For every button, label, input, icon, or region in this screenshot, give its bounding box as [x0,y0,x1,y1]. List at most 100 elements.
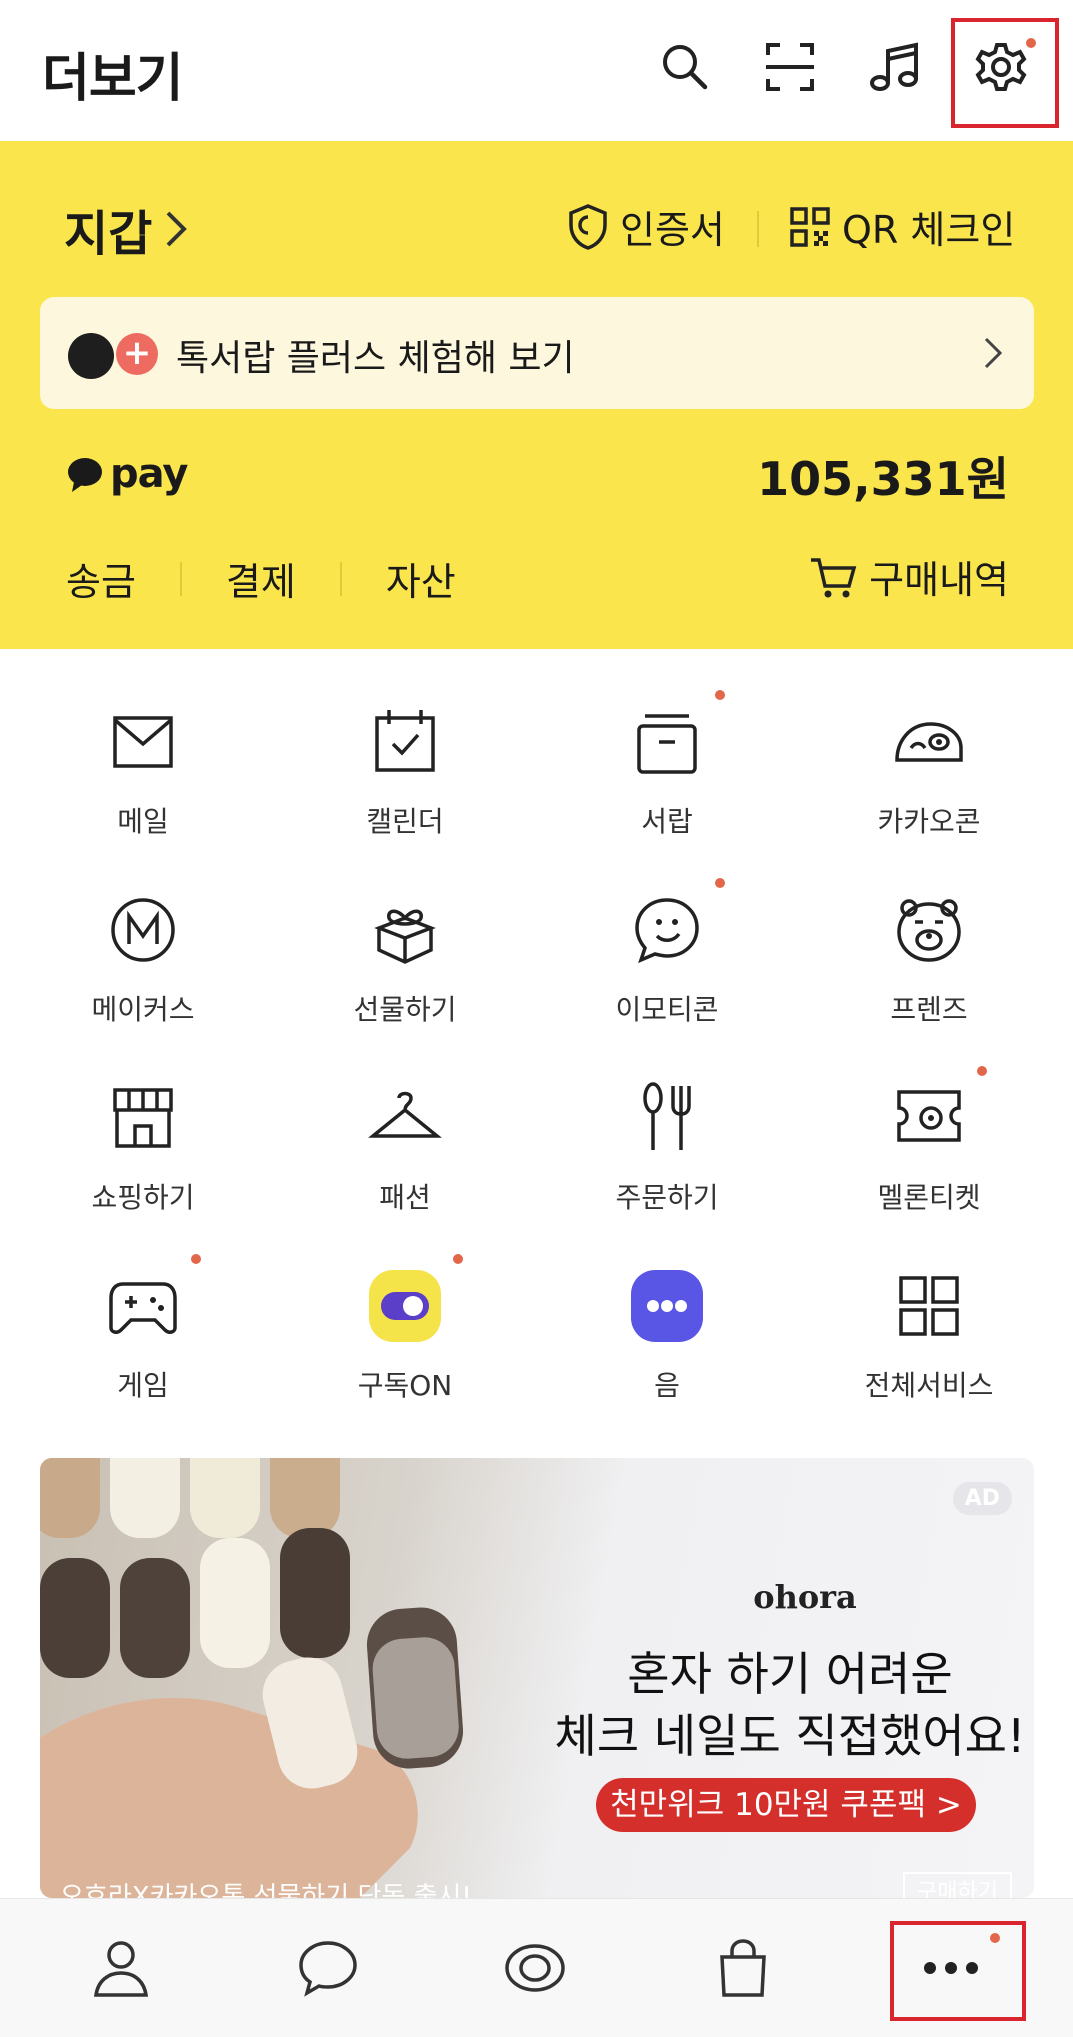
wallet-title: 지갑 [64,206,153,262]
service-label: 선물하기 [353,993,457,1026]
service-all[interactable]: 전체서비스 [795,1214,1063,1402]
drawer-badge-dot [715,690,725,700]
pay-tabs: 송금 결제 자산 [66,551,456,606]
kakaopay-logo[interactable]: pay [66,451,188,497]
music-icon [870,42,918,91]
service-shopping[interactable]: 쇼핑하기 [9,1026,277,1214]
tab-assets[interactable]: 자산 [386,551,456,606]
pay-label: pay [110,451,188,497]
subscribe-on-icon [367,1268,443,1344]
service-drawer[interactable]: 서랍 [533,650,801,838]
pay-balance[interactable]: 105,331원 [757,443,1009,509]
search-icon [663,45,708,90]
chevron-right-icon [166,211,188,247]
tab-divider [339,561,342,596]
certificate-link[interactable]: 인증서 [566,199,725,254]
service-order[interactable]: 주문하기 [533,1026,801,1214]
service-eum[interactable]: 음 [533,1214,801,1402]
wallet-section: 지갑 인증서 QR 체크인 + 톡서랍 플러스 체험해 보기 pay 105,3… [0,141,1073,649]
service-label: 캘린더 [366,805,444,838]
purchase-history-label: 구매내역 [869,558,1009,602]
drawer-icon [629,704,705,780]
fork-icon [629,1080,705,1156]
ad-banner[interactable]: AD ohora 혼자 하기 어려운 체크 네일도 직접했어요! 천만위크 10… [40,1458,1034,1898]
tab-shopping[interactable] [710,1935,776,2001]
tab-friends[interactable] [88,1935,154,2001]
qr-checkin-link[interactable]: QR 체크인 [788,199,1015,254]
more-tab-highlight-box [890,1921,1026,2021]
music-button[interactable] [862,34,928,100]
purchase-history-link[interactable]: 구매내역 [809,549,1009,604]
qr-icon [790,206,830,247]
cart-icon [811,557,857,597]
service-label: 메이커스 [91,993,195,1026]
service-label: 패션 [379,1181,431,1214]
ad-coupon-button[interactable]: 천만위크 10만원 쿠폰팩 > [596,1778,976,1832]
ad-headline-1: 혼자 하기 어려운 [627,1647,953,1701]
ad-caption: 오호라X카카오톡 선물하기 단독 출시! [60,1882,472,1898]
tab-send[interactable]: 송금 [66,551,136,606]
service-label: 멜론티켓 [877,1181,981,1214]
nail-product-image [40,1458,464,1898]
service-makers[interactable]: 메이커스 [9,838,277,1026]
service-game[interactable]: 게임 [9,1214,277,1402]
mail-icon [105,704,181,780]
service-calendar[interactable]: 캘린더 [271,650,539,838]
eye-icon [505,1944,565,1992]
shield-icon [569,203,607,250]
tab-divider [179,561,182,596]
chevron-right-icon [984,337,1003,369]
ad-brand: ohora [753,1578,857,1616]
service-emoticon[interactable]: 이모티콘 [533,838,801,1026]
scan-icon [766,43,814,91]
gift-icon [367,892,443,968]
search-button[interactable] [652,34,718,100]
ad-buy-button[interactable]: 구매하기 [903,1872,1012,1898]
service-label: 프렌즈 [890,993,968,1026]
tab-payment[interactable]: 결제 [226,551,296,606]
scan-button[interactable] [757,34,823,100]
gamepad-icon [105,1268,181,1344]
bottom-nav [0,1898,1073,2037]
certificate-label: 인증서 [620,208,725,252]
service-label: 게임 [117,1369,169,1402]
makers-icon [105,892,181,968]
service-melon-ticket[interactable]: 멜론티켓 [795,1026,1063,1214]
drawer-chat-icon [68,333,114,379]
all-services-icon [891,1268,967,1344]
plus-circle-icon: + [116,333,158,375]
calendar-icon [367,704,443,780]
service-label: 주문하기 [615,1181,719,1214]
ticket-icon [891,1080,967,1156]
service-label: 구독ON [357,1369,453,1402]
shop-icon [105,1080,181,1156]
drawer-plus-banner-label: 톡서랍 플러스 체험해 보기 [176,338,575,379]
service-gift[interactable]: 선물하기 [271,838,539,1026]
melon-ticket-badge-dot [977,1066,987,1076]
service-fashion[interactable]: 패션 [271,1026,539,1214]
service-label: 이모티콘 [615,993,719,1026]
wallet-title-link[interactable]: 지갑 [64,194,194,264]
subscribe-on-badge-dot [453,1254,463,1264]
service-friends[interactable]: 프렌즈 [795,838,1063,1026]
service-kakaocon[interactable]: 카카오콘 [795,650,1063,838]
tab-view[interactable] [502,1935,568,2001]
service-label: 메일 [117,805,169,838]
friends-icon [891,892,967,968]
drawer-plus-banner[interactable]: + 톡서랍 플러스 체험해 보기 [40,297,1034,409]
tab-chats[interactable] [295,1935,361,2001]
service-subscribe-on[interactable]: 구독ON [271,1214,539,1402]
ad-tag: AD [952,1482,1012,1515]
settings-highlight-box [951,18,1059,128]
chat-bubble-icon [299,1941,357,1997]
top-header: 더보기 [0,0,1073,141]
shopping-bag-icon [720,1939,766,1997]
page-title: 더보기 [42,49,184,109]
emoticon-badge-dot [715,878,725,888]
service-label: 전체서비스 [864,1369,994,1402]
service-mail[interactable]: 메일 [9,650,277,838]
game-badge-dot [191,1254,201,1264]
service-label: 쇼핑하기 [91,1181,195,1214]
emoticon-icon [629,892,705,968]
service-label: 음 [654,1369,680,1402]
